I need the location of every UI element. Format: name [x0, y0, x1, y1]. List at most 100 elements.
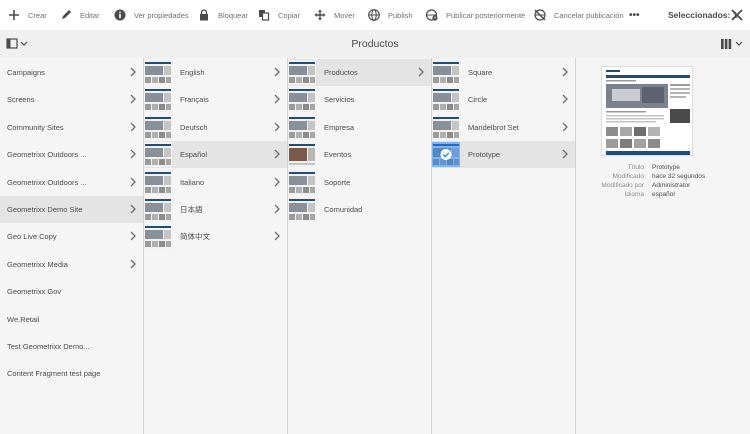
page-thumbnail[interactable]	[432, 114, 460, 140]
copy-label: Copiar	[278, 10, 301, 20]
page-thumbnail[interactable]	[432, 60, 460, 85]
column-item[interactable]: Community Sites	[0, 114, 143, 141]
page-thumbnail-image	[432, 87, 460, 113]
chevron-right-icon	[562, 94, 568, 104]
meta-modified: Modificado hace 32 segundos	[576, 173, 750, 182]
column-item-label: Geometrixx Media	[7, 259, 68, 269]
column-item[interactable]: Italiano	[144, 169, 287, 196]
page-thumbnail[interactable]	[288, 197, 316, 222]
column-item[interactable]: Productos	[288, 59, 431, 86]
create-label: Crear	[28, 10, 47, 20]
chevron-right-icon	[130, 149, 136, 159]
column-item-label: Deutsch	[180, 122, 208, 132]
column-item[interactable]: We.Retail	[0, 306, 143, 333]
column-item-label: Test Geometrixx Demo...	[7, 342, 90, 351]
column-item-label: Geometrixx Gov	[7, 287, 62, 297]
column-item[interactable]: Content Fragment test page	[0, 360, 143, 387]
preview-panel: Título Prototype Modificado hace 32 segu…	[576, 58, 750, 434]
column-languages: English Français Deutsch Español Italiano 日本語…	[144, 58, 288, 434]
column-item[interactable]: Comunidad	[288, 196, 431, 223]
chevron-right-icon	[130, 122, 136, 132]
page-thumbnail[interactable]	[288, 60, 316, 85]
column-item[interactable]: Screens	[0, 86, 143, 113]
page-thumbnail-image	[288, 169, 316, 195]
page-thumbnail-image	[432, 142, 460, 168]
meta-value: español	[652, 191, 675, 198]
column-item[interactable]: Empresa	[288, 114, 431, 141]
page-thumbnail[interactable]	[288, 114, 316, 140]
page-thumbnail[interactable]	[144, 87, 172, 113]
chevron-right-icon	[130, 259, 136, 269]
page-thumbnail-image	[144, 197, 172, 222]
meta-key: Modificado por	[601, 182, 644, 189]
column-products: Square Circle Mandelbrot Set Prototype	[432, 58, 576, 434]
publish-later-button[interactable]: Publicar posteriormente	[426, 0, 525, 30]
page-thumbnail[interactable]	[144, 224, 172, 250]
page-thumbnail[interactable]	[144, 114, 172, 140]
chevron-right-icon	[274, 177, 280, 187]
column-item-label: Italiano	[180, 177, 205, 187]
column-item[interactable]: 日本語	[144, 196, 287, 223]
view-switcher-button[interactable]	[720, 38, 744, 50]
chevron-right-icon	[562, 122, 568, 132]
page-thumbnail[interactable]	[144, 197, 172, 222]
column-item-label: Community Sites	[7, 122, 64, 132]
page-thumbnail-image	[288, 60, 316, 85]
column-item[interactable]: Circle	[432, 86, 575, 113]
page-thumbnail[interactable]	[432, 87, 460, 113]
lock-button[interactable]: Bloquear	[198, 0, 248, 30]
page-thumbnail[interactable]	[144, 60, 172, 85]
column-item[interactable]: Français	[144, 86, 287, 113]
column-item-label: Français	[180, 95, 209, 105]
column-item-label: Soporte	[324, 177, 351, 187]
column-item[interactable]: Square	[432, 59, 575, 86]
create-button[interactable]: Crear	[8, 0, 47, 30]
column-item[interactable]: Eventos	[288, 141, 431, 168]
edit-button[interactable]: Editar	[60, 0, 100, 30]
chevron-right-icon	[562, 67, 568, 77]
column-item-label: Comunidad	[324, 205, 363, 214]
meta-value: Prototype	[652, 164, 680, 171]
page-thumbnail[interactable]	[144, 142, 172, 168]
column-item[interactable]: Geo Live Copy	[0, 223, 143, 250]
page-thumbnail-image	[144, 60, 172, 85]
column-item[interactable]: Geometrixx Outdoors ...	[0, 169, 143, 196]
chevron-right-icon	[274, 204, 280, 214]
column-item[interactable]: English	[144, 59, 287, 86]
column-item[interactable]: Geometrixx Outdoors ...	[0, 141, 143, 168]
lock-label: Bloquear	[218, 10, 249, 20]
move-button[interactable]: Mover	[314, 0, 355, 30]
column-item[interactable]: Deutsch	[144, 114, 287, 141]
close-icon[interactable]	[730, 8, 744, 22]
column-sites: Campaigns Screens Community Sites Geometrix…	[0, 58, 144, 434]
page-thumbnail[interactable]	[288, 169, 316, 195]
copy-icon	[259, 10, 270, 21]
page-thumbnail-image	[288, 142, 316, 168]
page-thumbnail[interactable]	[432, 142, 460, 168]
column-item[interactable]: Geometrixx Gov	[0, 278, 143, 305]
column-item[interactable]: 简体中文	[144, 223, 287, 250]
column-item[interactable]: Español	[144, 141, 287, 169]
column-item[interactable]: Campaigns	[0, 59, 143, 86]
column-item-label: We.Retail	[7, 314, 40, 324]
copy-button[interactable]: Copiar	[258, 0, 300, 30]
unpublish-button[interactable]: Cancelar publicación	[534, 0, 624, 30]
publish-button[interactable]: Publish	[368, 0, 413, 30]
column-item[interactable]: Servicios	[288, 86, 431, 113]
column-item[interactable]: Geometrixx Demo Site	[0, 196, 143, 223]
more-actions-button[interactable]: •••	[629, 0, 640, 30]
chevron-right-icon	[562, 149, 568, 159]
page-thumbnail[interactable]	[288, 87, 316, 113]
column-item[interactable]: Soporte	[288, 169, 431, 196]
view-properties-button[interactable]: Ver propiedades	[114, 0, 189, 30]
page-thumbnail[interactable]	[144, 169, 172, 195]
column-item[interactable]: Test Geometrixx Demo...	[0, 333, 143, 360]
column-item-label: Square	[468, 68, 493, 77]
chevron-right-icon	[274, 149, 280, 159]
column-item[interactable]: Geometrixx Media	[0, 251, 143, 278]
column-item[interactable]: Mandelbrot Set	[432, 114, 575, 141]
page-thumbnail[interactable]	[288, 142, 316, 168]
column-item-label: 日本語	[180, 205, 203, 214]
column-item[interactable]: Prototype	[432, 141, 575, 169]
globe-clock-icon	[426, 9, 438, 21]
